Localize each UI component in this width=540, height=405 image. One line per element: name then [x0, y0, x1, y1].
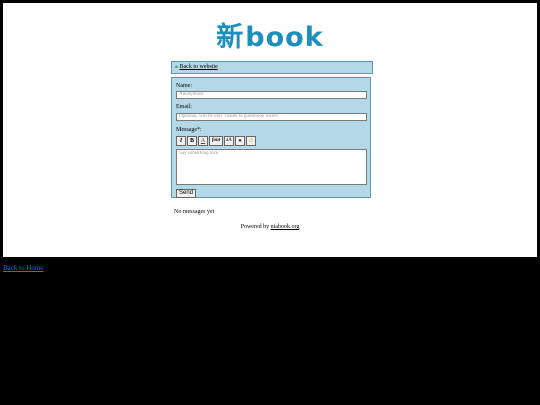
name-input[interactable]: Anonymous	[176, 91, 367, 99]
color-palette-icon[interactable]: ●	[235, 136, 245, 146]
font-size-button[interactable]: aA	[224, 136, 234, 146]
name-label: Name:	[176, 83, 192, 89]
site-logo[interactable]: 新book	[3, 22, 537, 54]
send-button[interactable]: Send	[176, 189, 196, 198]
back-prefix: «	[175, 64, 178, 70]
email-label: Email:	[176, 104, 192, 110]
font-button[interactable]: font	[209, 136, 223, 146]
italic-button[interactable]: I	[176, 136, 186, 146]
message-textarea[interactable]: Say something nice	[176, 149, 367, 185]
underline-button[interactable]: A	[198, 136, 208, 146]
no-messages-text: No messages yet	[174, 209, 215, 215]
back-to-website-link[interactable]: Back to website	[180, 64, 218, 70]
powered-by: Powered by niabook.org	[3, 224, 537, 230]
message-label: Message*:	[176, 127, 202, 133]
powered-by-link[interactable]: niabook.org	[271, 224, 300, 230]
bold-button[interactable]: B	[187, 136, 197, 146]
guestbook-form: Name: Anonymous Email: Optional, will be…	[171, 77, 371, 198]
back-to-home-link[interactable]: Back to Home	[3, 264, 43, 272]
back-to-website-bar: « Back to website	[171, 61, 373, 74]
email-input[interactable]: Optional, will be only visible to guestb…	[176, 113, 367, 121]
smiley-icon[interactable]: ☺	[246, 136, 257, 146]
logo-text: book	[245, 22, 324, 53]
logo-cjk: 新	[216, 22, 245, 53]
powered-prefix: Powered by	[240, 224, 270, 230]
guestbook-frame: 新book « Back to website Name: Anonymous …	[3, 3, 537, 257]
format-toolbar: I B A font aA ● ☺	[176, 136, 257, 146]
